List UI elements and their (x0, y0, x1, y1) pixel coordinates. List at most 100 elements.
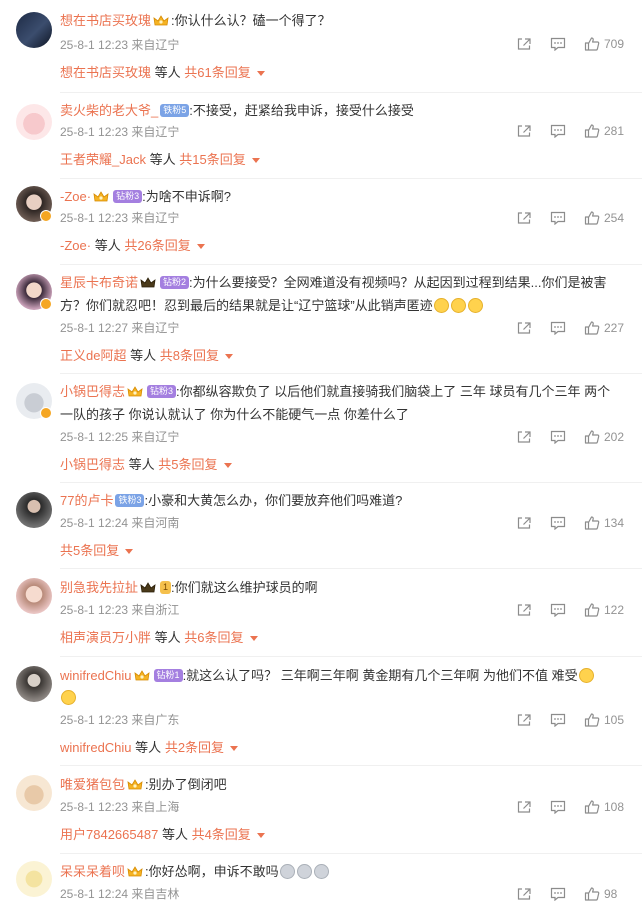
comment-icon[interactable] (550, 800, 566, 814)
replies-toggle[interactable]: 想在书店买玫瑰 等人 共61条回复 (60, 63, 265, 83)
avatar[interactable] (16, 861, 52, 897)
username[interactable]: winifredChiu (60, 668, 132, 683)
share-icon[interactable] (516, 887, 532, 901)
comment-icon[interactable] (550, 713, 566, 727)
divider (60, 373, 642, 374)
divider (60, 568, 642, 569)
chevron-down-icon (223, 463, 232, 469)
share-icon[interactable] (516, 713, 532, 727)
cry-emoji-icon (578, 668, 594, 684)
comment-meta: 25-8-1 12:23 来自浙江 (60, 603, 180, 617)
chevron-down-icon (256, 71, 265, 77)
like-icon[interactable] (584, 321, 600, 335)
fan-crown-icon (127, 778, 143, 792)
avatar[interactable] (16, 12, 52, 48)
comment-meta: 25-8-1 12:27 来自辽宁 (60, 321, 180, 335)
like-icon[interactable] (584, 37, 600, 51)
comment-icon[interactable] (550, 430, 566, 444)
like-count: 709 (604, 37, 625, 51)
chevron-down-icon (256, 833, 265, 839)
share-icon[interactable] (516, 430, 532, 444)
comment-meta: 25-8-1 12:23 来自辽宁 (60, 211, 180, 225)
username[interactable]: 小锅巴得志 (60, 384, 125, 399)
fan-crown-icon (140, 581, 156, 595)
comment-icon[interactable] (550, 37, 566, 51)
replies-toggle[interactable]: 共5条回复 (60, 541, 134, 561)
comment-text: :你好怂啊，申诉不敢吗 (145, 864, 279, 879)
share-icon[interactable] (516, 603, 532, 617)
replies-toggle[interactable]: 相声演员万小胖 等人 共6条回复 (60, 628, 258, 648)
share-icon[interactable] (516, 37, 532, 51)
like-icon[interactable] (584, 800, 600, 814)
comment-meta: 25-8-1 12:23 来自广东 (60, 713, 180, 727)
fan-crown-icon (127, 385, 143, 399)
comment-meta: 25-8-1 12:23 来自上海 (60, 800, 180, 814)
comment-meta: 25-8-1 12:23 来自辽宁 (60, 125, 180, 139)
comment-text: 一队的孩子 你说认就认了 你为什么不能硬气一点 你差什么了 (60, 407, 409, 422)
comment-meta: 25-8-1 12:24 来自吉林 (60, 887, 180, 901)
share-icon[interactable] (516, 321, 532, 335)
username[interactable]: 呆呆呆着呗 (60, 864, 125, 879)
comment-icon[interactable] (550, 321, 566, 335)
fan-crown-icon (93, 190, 109, 204)
divider (60, 765, 642, 766)
avatar[interactable] (16, 666, 52, 702)
username[interactable]: 77的卢卡 (60, 493, 113, 508)
like-count: 202 (604, 430, 625, 444)
like-icon[interactable] (584, 713, 600, 727)
divider (60, 853, 642, 854)
smile-emoji-icon (450, 298, 466, 314)
fan-level-badge: 钻粉3 (113, 190, 143, 204)
avatar[interactable] (16, 775, 52, 811)
chevron-down-icon (196, 244, 205, 250)
like-icon[interactable] (584, 603, 600, 617)
avatar[interactable] (16, 492, 52, 528)
comment-icon[interactable] (550, 603, 566, 617)
replies-toggle[interactable]: -Zoe· 等人 共26条回复 (60, 236, 205, 256)
avatar[interactable] (16, 578, 52, 614)
fan-crown-icon (153, 14, 169, 28)
fan-level-badge: 钻粉3 (147, 385, 177, 399)
share-icon[interactable] (516, 124, 532, 138)
like-count: 134 (604, 516, 625, 530)
like-icon[interactable] (584, 887, 600, 901)
like-count: 105 (604, 713, 625, 727)
verified-icon (40, 210, 52, 222)
like-icon[interactable] (584, 124, 600, 138)
comment-icon[interactable] (550, 516, 566, 530)
like-count: 98 (604, 887, 618, 901)
replies-toggle[interactable]: 正义de阿超 等人 共8条回复 (60, 346, 233, 366)
replies-toggle[interactable]: 用户7842665487 等人 共4条回复 (60, 825, 265, 845)
username[interactable]: 想在书店买玫瑰 (60, 13, 151, 28)
username[interactable]: 唯爱猪包包 (60, 777, 125, 792)
emoji-icon (296, 864, 312, 880)
username[interactable]: 别急我先拉扯 (60, 580, 138, 595)
divider (60, 92, 642, 93)
replies-toggle[interactable]: winifredChiu 等人 共2条回复 (60, 738, 239, 758)
comment-text: :为啥不申诉啊? (142, 189, 231, 204)
like-icon[interactable] (584, 516, 600, 530)
username[interactable]: 卖火柴的老大爷_ (60, 103, 158, 118)
avatar[interactable] (16, 104, 52, 140)
smile-emoji-icon (433, 298, 449, 314)
like-count: 281 (604, 124, 625, 138)
chevron-down-icon (251, 158, 260, 164)
share-icon[interactable] (516, 516, 532, 530)
comment-icon[interactable] (550, 887, 566, 901)
emoji-icon (313, 864, 329, 880)
like-icon[interactable] (584, 211, 600, 225)
username[interactable]: -Zoe· (60, 189, 91, 204)
fan-crown-icon (134, 669, 150, 683)
replies-toggle[interactable]: 小锅巴得志 等人 共5条回复 (60, 455, 232, 475)
fan-level-badge: 1 (160, 581, 172, 595)
replies-toggle[interactable]: 王者荣耀_Jack 等人 共15条回复 (60, 150, 260, 170)
share-icon[interactable] (516, 800, 532, 814)
like-icon[interactable] (584, 430, 600, 444)
username[interactable]: 星辰卡布奇诺 (60, 275, 138, 290)
share-icon[interactable] (516, 211, 532, 225)
comment-icon[interactable] (550, 124, 566, 138)
like-count: 254 (604, 211, 625, 225)
comment-text: :别办了倒闭吧 (145, 777, 227, 792)
verified-icon (40, 407, 52, 419)
comment-icon[interactable] (550, 211, 566, 225)
